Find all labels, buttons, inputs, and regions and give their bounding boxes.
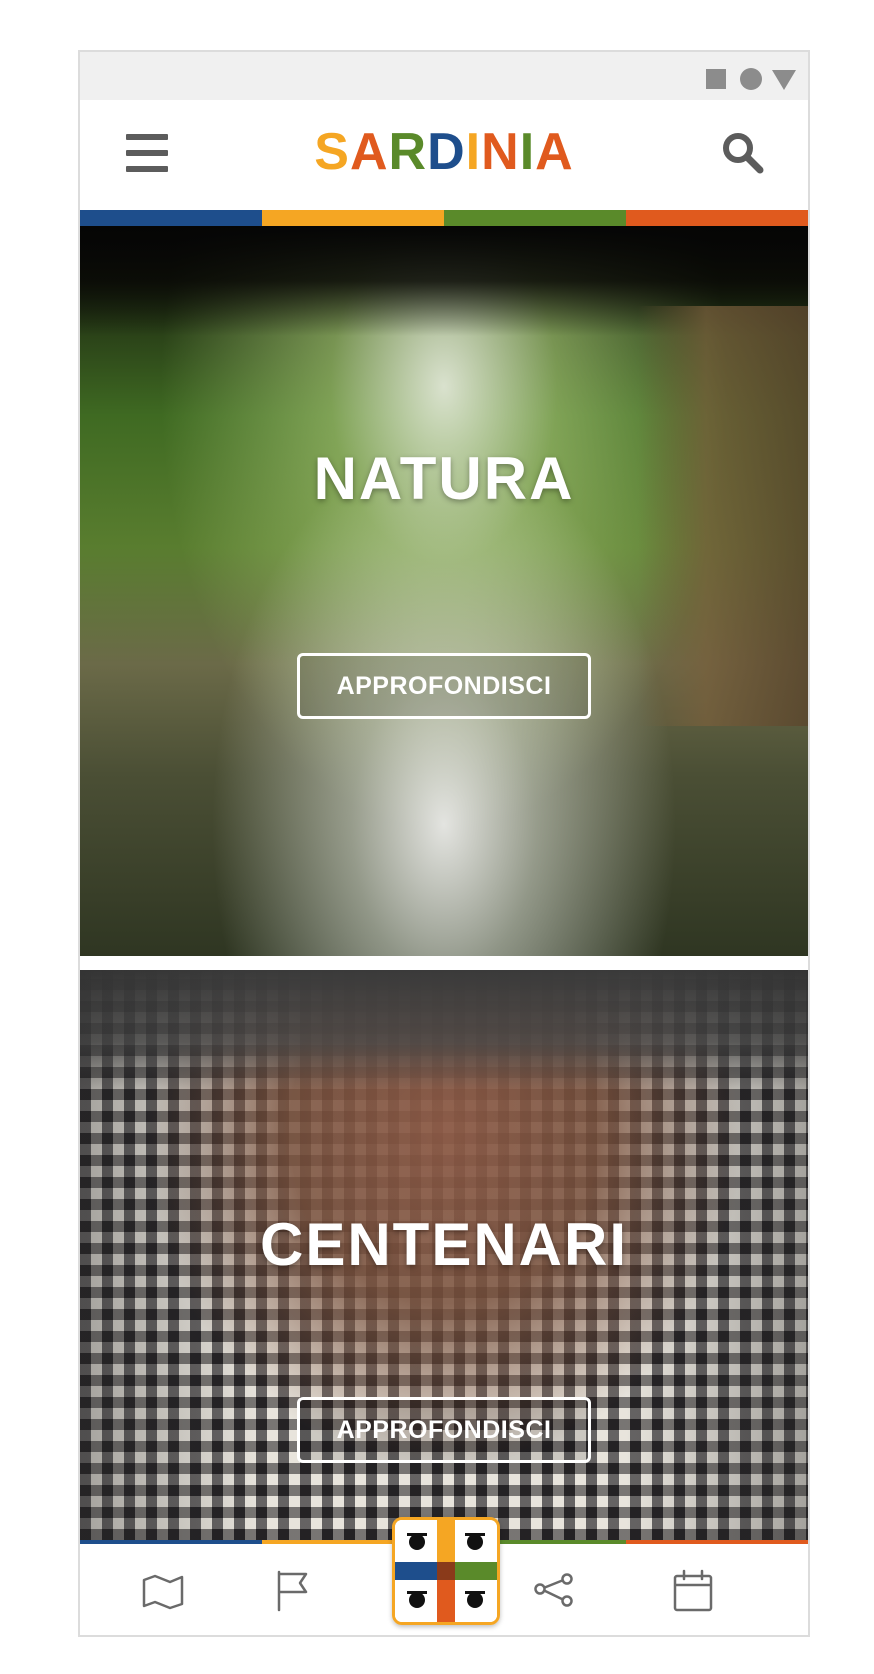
calendar-icon[interactable] bbox=[670, 1568, 716, 1614]
brand-color-segment bbox=[262, 210, 444, 226]
status-bar bbox=[80, 52, 808, 100]
centenari-card[interactable]: CENTENARI APPROFONDISCI bbox=[80, 970, 808, 1540]
app-header: SARDINIA bbox=[80, 100, 808, 210]
stop-square-icon[interactable] bbox=[706, 69, 726, 89]
brand-color-bar bbox=[80, 210, 808, 226]
logo-letter: N bbox=[481, 123, 520, 181]
logo-letter: I bbox=[519, 123, 536, 181]
approfondisci-button[interactable]: APPROFONDISCI bbox=[297, 1397, 591, 1463]
brand-color-segment bbox=[80, 210, 262, 226]
brand-color-segment bbox=[444, 210, 626, 226]
logo-letter: R bbox=[388, 123, 428, 181]
approfondisci-button[interactable]: APPROFONDISCI bbox=[297, 653, 591, 719]
logo-letter: D bbox=[427, 123, 466, 181]
brand-color-segment bbox=[626, 210, 808, 226]
back-triangle-icon[interactable] bbox=[772, 70, 796, 90]
phone-frame: SARDINIA NATURA APPROFONDISCI CENTENARI … bbox=[78, 50, 810, 1637]
sardinia-flag-icon[interactable] bbox=[392, 1517, 500, 1625]
card-title: CENTENARI bbox=[259, 1211, 628, 1278]
logo-letter: S bbox=[314, 123, 350, 181]
card-title: NATURA bbox=[313, 445, 575, 512]
share-icon[interactable] bbox=[532, 1568, 578, 1614]
search-icon[interactable] bbox=[720, 130, 766, 176]
sardinia-logo[interactable]: SARDINIA bbox=[80, 122, 808, 182]
logo-letter: A bbox=[349, 123, 389, 181]
logo-letter: A bbox=[535, 123, 574, 181]
flag-icon[interactable] bbox=[270, 1568, 316, 1614]
natura-card[interactable]: NATURA APPROFONDISCI bbox=[80, 226, 808, 956]
home-circle-icon[interactable] bbox=[740, 68, 762, 90]
logo-letter: I bbox=[465, 123, 482, 181]
map-icon[interactable] bbox=[140, 1568, 186, 1614]
